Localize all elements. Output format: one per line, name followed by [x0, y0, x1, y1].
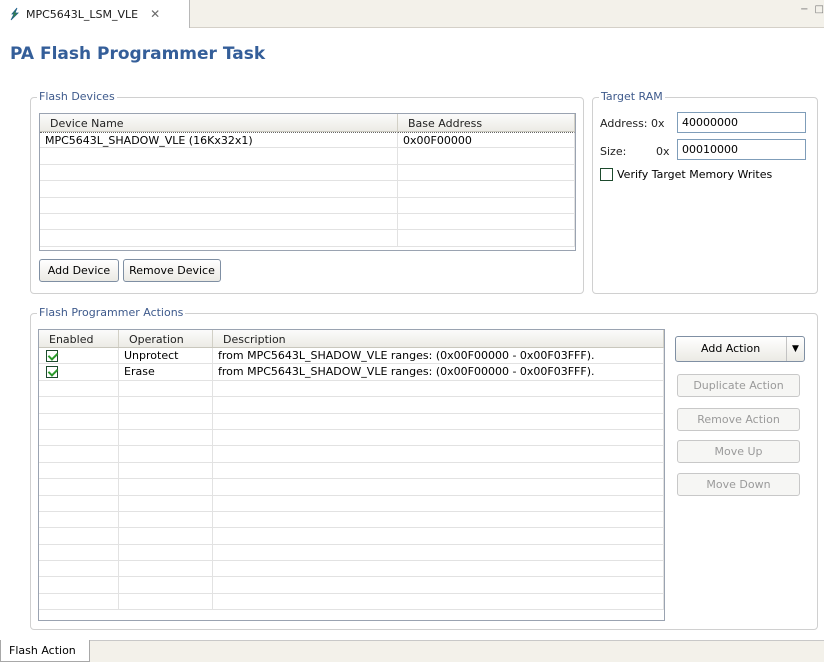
table-row	[40, 148, 575, 165]
device-name-cell: MPC5643L_SHADOW_VLE (16Kx32x1)	[40, 132, 398, 148]
table-row	[39, 511, 664, 529]
enabled-checkbox[interactable]	[46, 350, 58, 362]
size-label: Size:	[600, 145, 627, 158]
description-cell: from MPC5643L_SHADOW_VLE ranges: (0x00F0…	[213, 348, 664, 364]
table-row	[40, 230, 575, 247]
table-row	[39, 429, 664, 447]
duplicate-action-button[interactable]: Duplicate Action	[677, 374, 800, 397]
flash-file-icon	[8, 7, 22, 21]
flash-devices-table[interactable]: Device Name Base Address MPC5643L_SHADOW…	[39, 113, 576, 251]
table-row[interactable]: Unprotect from MPC5643L_SHADOW_VLE range…	[39, 348, 664, 365]
add-device-button[interactable]: Add Device	[39, 259, 119, 282]
description-cell: from MPC5643L_SHADOW_VLE ranges: (0x00F0…	[213, 364, 664, 380]
close-icon[interactable]: ✕	[150, 7, 160, 21]
flash-actions-title: Flash Programmer Actions	[37, 306, 186, 319]
checkbox-box[interactable]	[600, 168, 613, 181]
remove-action-button[interactable]: Remove Action	[677, 408, 800, 431]
table-row	[40, 197, 575, 214]
size-prefix-label: 0x	[656, 145, 670, 158]
table-row	[39, 495, 664, 512]
flash-actions-table[interactable]: Enabled Operation Description Unprotect …	[38, 329, 665, 621]
table-row	[39, 593, 664, 611]
table-header: Enabled Operation Description	[39, 330, 664, 348]
address-label: Address: 0x	[600, 117, 665, 130]
table-row	[40, 181, 575, 198]
table-row	[39, 462, 664, 480]
add-action-button[interactable]: Add Action ▼	[675, 336, 805, 362]
tab-flash-action[interactable]: Flash Action	[0, 640, 90, 662]
table-row	[39, 380, 664, 398]
page-title: PA Flash Programmer Task	[10, 44, 266, 64]
table-row	[39, 446, 664, 463]
operation-cell: Erase	[119, 364, 213, 380]
move-down-button[interactable]: Move Down	[677, 473, 800, 496]
window-controls: − □	[800, 4, 824, 15]
table-row	[39, 479, 664, 496]
column-header-description[interactable]: Description	[213, 330, 664, 347]
table-row	[39, 413, 664, 430]
minimize-icon[interactable]: −	[800, 4, 808, 15]
table-row	[39, 577, 664, 594]
table-row	[40, 213, 575, 231]
table-header: Device Name Base Address	[40, 114, 575, 132]
table-row	[40, 164, 575, 182]
table-row	[39, 528, 664, 545]
operation-cell: Unprotect	[119, 348, 213, 364]
column-header-device-name[interactable]: Device Name	[40, 114, 398, 131]
column-header-base-address[interactable]: Base Address	[398, 114, 575, 131]
address-field[interactable]: 40000000	[677, 112, 806, 133]
verify-writes-checkbox[interactable]: Verify Target Memory Writes	[600, 168, 772, 181]
editor-tab[interactable]: MPC5643L_LSM_VLE ✕	[0, 0, 190, 28]
column-header-enabled[interactable]: Enabled	[39, 330, 119, 347]
flash-devices-title: Flash Devices	[37, 90, 117, 103]
dropdown-arrow-icon[interactable]: ▼	[786, 337, 804, 361]
target-ram-title: Target RAM	[599, 90, 665, 103]
editor-tab-label: MPC5643L_LSM_VLE	[26, 7, 139, 21]
verify-writes-label: Verify Target Memory Writes	[617, 168, 773, 181]
table-row[interactable]: Erase from MPC5643L_SHADOW_VLE ranges: (…	[39, 364, 664, 381]
maximize-icon[interactable]: □	[815, 4, 824, 15]
table-row	[39, 544, 664, 562]
remove-device-button[interactable]: Remove Device	[123, 259, 221, 282]
column-header-operation[interactable]: Operation	[119, 330, 213, 347]
table-row[interactable]: MPC5643L_SHADOW_VLE (16Kx32x1) 0x00F0000…	[40, 132, 575, 149]
add-action-label: Add Action	[701, 342, 761, 355]
table-row	[39, 397, 664, 414]
bottom-tab-strip	[0, 640, 824, 662]
move-up-button[interactable]: Move Up	[677, 440, 800, 463]
enabled-checkbox[interactable]	[46, 366, 58, 379]
base-address-cell: 0x00F00000	[398, 132, 575, 148]
size-field[interactable]: 00010000	[677, 139, 806, 160]
table-row	[39, 561, 664, 578]
